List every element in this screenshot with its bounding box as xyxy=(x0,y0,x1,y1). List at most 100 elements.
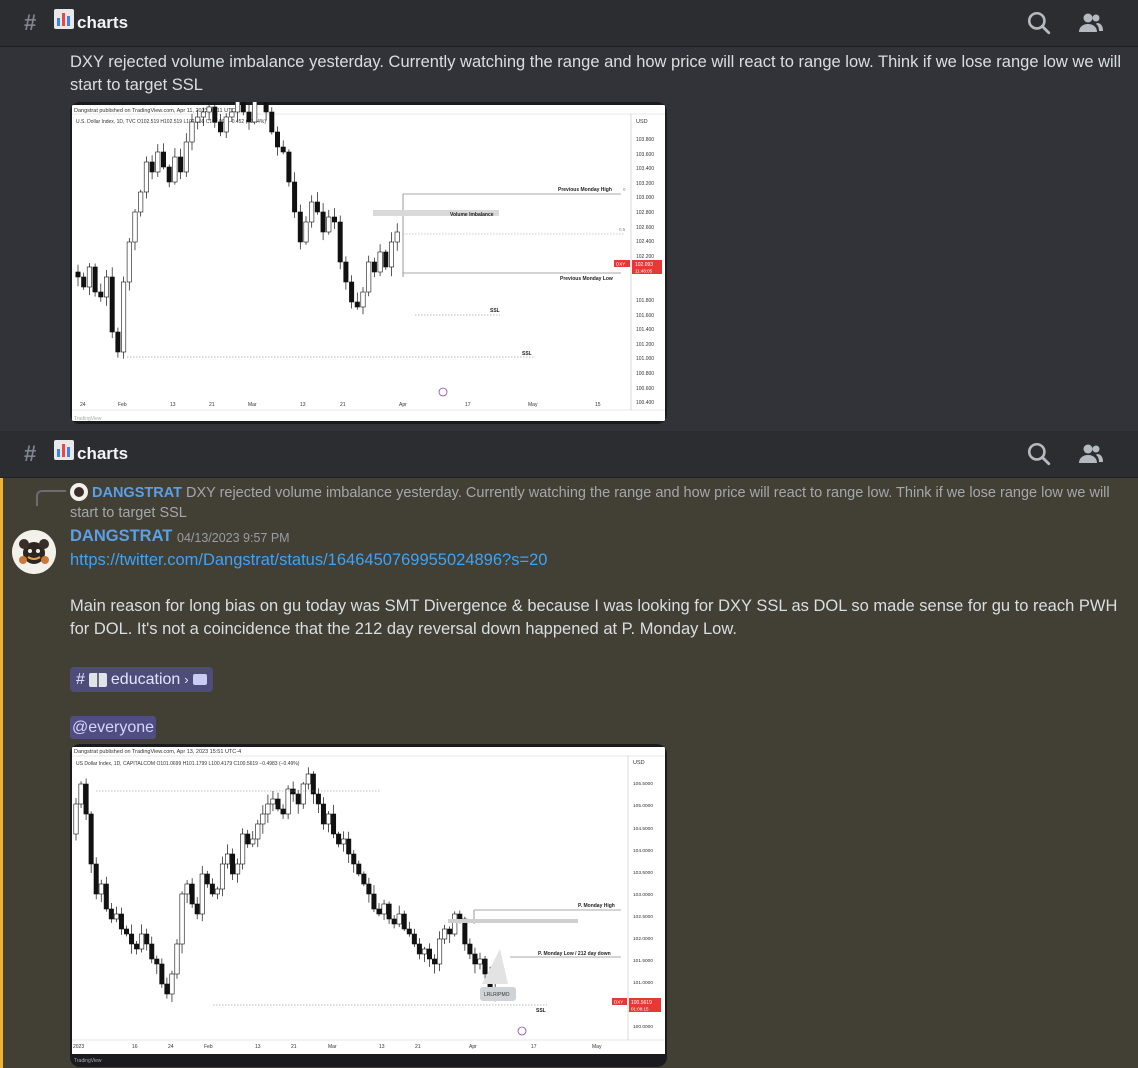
candle-body xyxy=(154,958,160,965)
candle-body xyxy=(200,111,206,118)
channel-name: charts xyxy=(77,13,129,32)
candle-body xyxy=(195,116,201,123)
candle-body xyxy=(73,803,79,835)
label-volume-imbalance: Volume Imbalance xyxy=(450,212,494,218)
candle-body xyxy=(295,793,301,805)
candle-body xyxy=(366,883,372,895)
y-axis-tick: 102.400 xyxy=(636,239,654,245)
price-tag-time: 01:08:15 xyxy=(631,1007,649,1012)
tweet-link[interactable]: https://twitter.com/Dangstrat/status/164… xyxy=(70,551,547,570)
candle-body xyxy=(315,793,321,805)
y-axis-tick: 100.0000 xyxy=(633,1024,653,1030)
candle-body xyxy=(179,893,185,945)
candle-body xyxy=(78,783,84,805)
candle-body xyxy=(314,201,320,213)
candle-body xyxy=(115,331,121,353)
candle-body xyxy=(98,883,104,895)
y-axis-tick: 102.5000 xyxy=(633,914,653,920)
candle-body xyxy=(235,102,241,113)
chart-image-dxy-1[interactable]: Dangstrat published on TradingView.com, … xyxy=(70,102,667,424)
y-axis-tick: 100.600 xyxy=(636,386,654,392)
search-icon[interactable] xyxy=(1026,10,1052,36)
candle-body xyxy=(391,918,397,925)
candle-body xyxy=(189,121,195,143)
y-axis-tick: 101.0000 xyxy=(633,980,653,986)
candle-body xyxy=(174,943,180,975)
y-axis-tick: 102.0000 xyxy=(633,936,653,942)
chart-image-dxy-2[interactable]: Dangstrat published on TradingView.com, … xyxy=(70,744,667,1067)
reply-preview[interactable]: DANGSTRAT DXY rejected volume imbalance … xyxy=(70,483,1120,523)
candle-body xyxy=(285,788,291,815)
candle-body xyxy=(292,181,298,213)
candle-body xyxy=(346,838,352,855)
reply-spine xyxy=(36,490,66,506)
candle-body xyxy=(139,933,145,950)
candle-body xyxy=(109,276,115,333)
channel-mention-pill[interactable]: # education › xyxy=(70,667,213,692)
dxy-chart-2: Dangstrat published on TradingView.com, … xyxy=(72,747,665,1064)
mention-accent-bar xyxy=(0,478,3,1068)
candle-body xyxy=(426,948,432,960)
price-tag-value: 100.5619 xyxy=(631,1000,652,1006)
message-author[interactable]: DANGSTRAT xyxy=(70,527,172,546)
candle-body xyxy=(482,958,488,975)
candle-body xyxy=(212,106,218,123)
candle-body xyxy=(331,216,337,223)
candle-body xyxy=(280,808,286,815)
candle-body xyxy=(164,983,170,995)
candle-body xyxy=(209,883,215,895)
reply-text: DXY rejected volume imbalance yesterday.… xyxy=(70,485,1110,521)
reply-author[interactable]: DANGSTRAT xyxy=(92,485,182,501)
candle-body xyxy=(240,102,246,113)
hash-icon: # xyxy=(24,441,37,466)
candle-body xyxy=(331,813,337,835)
label-ssl: SSL xyxy=(536,1008,546,1014)
channel-header: # charts xyxy=(0,0,1138,47)
candle-body xyxy=(138,191,144,213)
candle-body xyxy=(421,948,427,955)
candle-body xyxy=(432,958,438,965)
y-axis-tick: 102.600 xyxy=(636,225,654,231)
candle-body xyxy=(401,913,407,930)
candle-body xyxy=(360,291,366,308)
candle-body xyxy=(144,933,150,945)
candle-body xyxy=(457,913,463,920)
candle-body xyxy=(88,813,94,865)
candle-body xyxy=(260,813,266,825)
price-tag-symbol: DXY xyxy=(616,262,625,267)
candle-body xyxy=(92,266,98,293)
members-icon[interactable] xyxy=(1078,441,1104,467)
search-icon[interactable] xyxy=(1026,441,1052,467)
candle-body xyxy=(376,908,382,915)
chart-emoji-icon xyxy=(54,440,74,460)
x-axis-tick: Feb xyxy=(118,402,127,408)
candle-body xyxy=(143,161,149,193)
candle-body xyxy=(235,863,241,875)
candle-body xyxy=(337,221,343,263)
candle-body xyxy=(178,156,184,173)
y-axis-tick: 103.400 xyxy=(636,166,654,172)
y-axis-tick: 103.800 xyxy=(636,137,654,143)
candle-body xyxy=(325,813,331,825)
candle-body xyxy=(467,943,473,955)
members-icon[interactable] xyxy=(1078,10,1104,36)
book-emoji-icon xyxy=(88,672,107,687)
y-axis-tick: 103.5000 xyxy=(633,870,653,876)
candle-body xyxy=(394,231,400,243)
candle-body xyxy=(75,271,81,278)
y-axis-tick: 103.0000 xyxy=(633,892,653,898)
candle-body xyxy=(383,251,389,268)
x-axis-tick: 13 xyxy=(300,402,306,408)
price-tag-symbol: DXY xyxy=(614,1000,623,1005)
avatar[interactable] xyxy=(12,530,56,574)
candle-body xyxy=(269,111,275,133)
label-prev-monday-low: Previous Monday Low xyxy=(560,276,613,282)
candle-body xyxy=(336,833,342,845)
candle-body xyxy=(230,853,236,875)
candle-body xyxy=(108,908,114,920)
candle-body xyxy=(225,853,231,865)
y-axis-tick: 103.000 xyxy=(636,195,654,201)
candle-body xyxy=(341,838,347,845)
everyone-mention[interactable]: @everyone xyxy=(70,716,157,739)
chart-symbol-line: US Dollar Index, 1D, CAPITALCOM O101.069… xyxy=(76,761,300,767)
